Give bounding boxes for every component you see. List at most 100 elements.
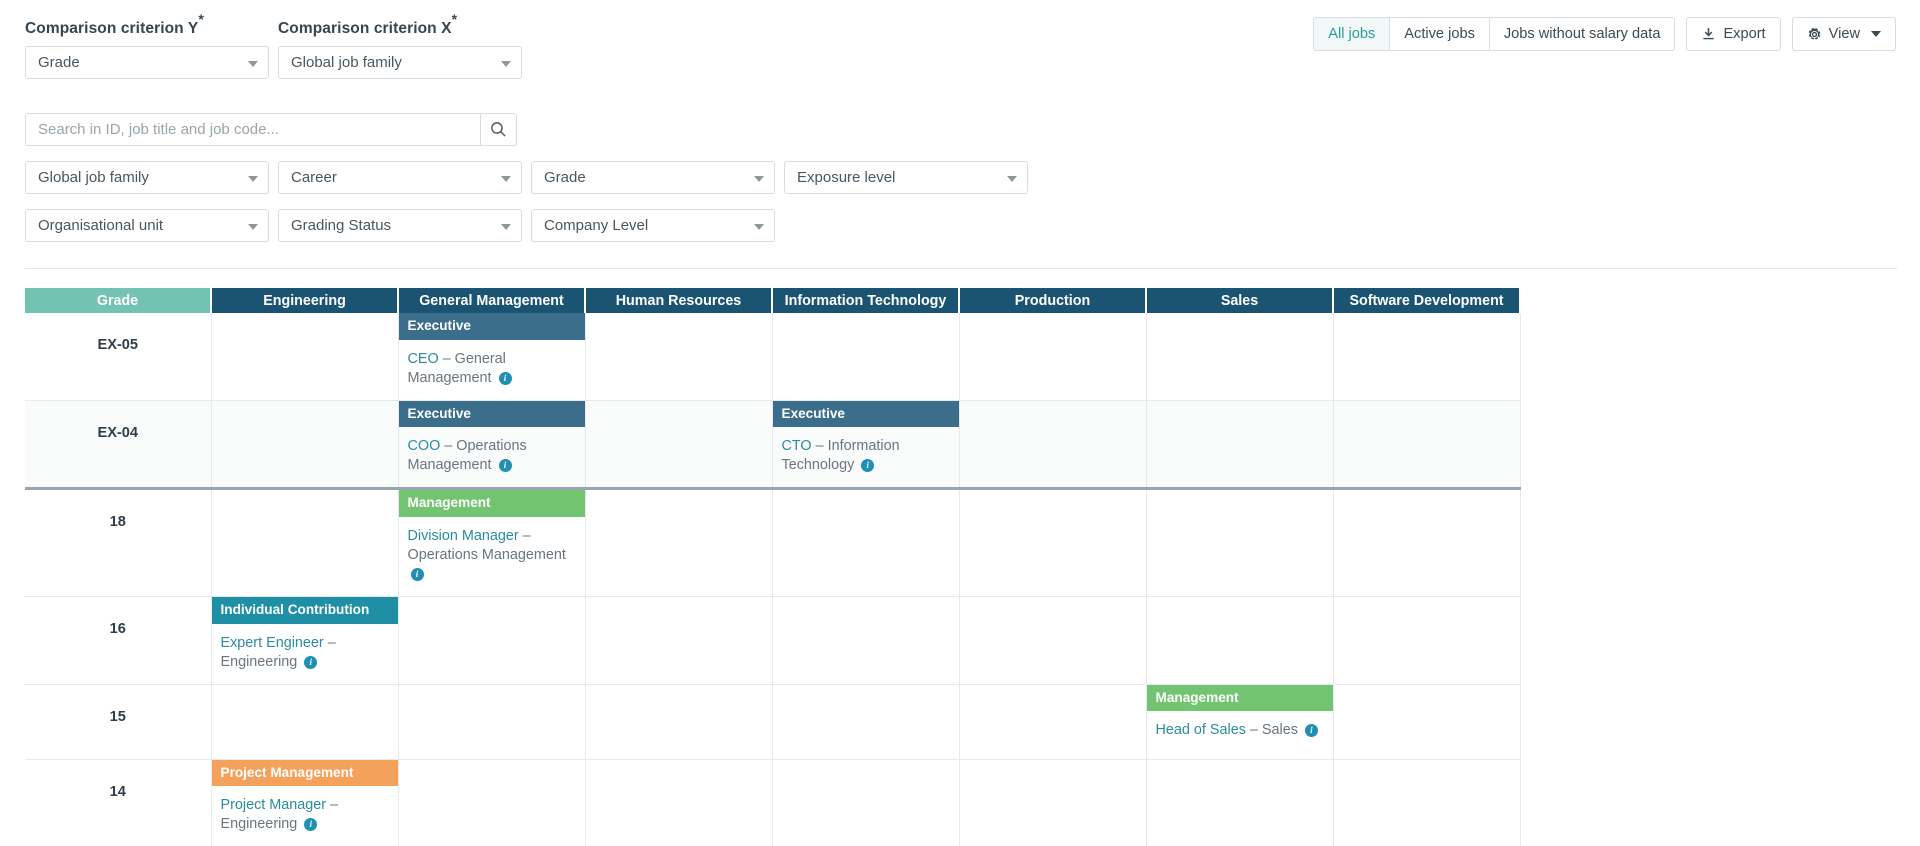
criterion-y-value: Grade [38,54,80,72]
empty-cell [1333,684,1521,760]
table-row: 16 Individual Contribution Expert Engineer… [25,596,1521,685]
job-link[interactable]: Division Manager – Operations Management… [399,517,585,596]
criterion-y-required-mark: * [198,11,204,27]
info-icon[interactable]: i [498,459,512,473]
job-link[interactable]: Project Manager – Engineering i [212,786,398,846]
column-header-information-technology[interactable]: Information Technology [772,288,960,313]
filter-exposure-level[interactable]: Exposure level [784,161,1028,194]
search-button[interactable] [480,113,517,146]
job-cell-content: Project Management Project Manager – Engi… [211,759,398,846]
empty-cell [959,596,1147,685]
job-cell: Executive CTO – Information Technology i [772,400,960,491]
info-icon[interactable]: i [304,655,318,669]
empty-cell [959,488,1147,597]
matrix-header: Grade Engineering General Management Hum… [25,288,1521,313]
filter-row-2: Organisational unit Grading Status Compa… [25,209,1028,242]
info-icon[interactable]: i [1304,724,1318,738]
empty-cell [959,759,1147,846]
filter-global-job-family-value: Global job family [38,169,149,186]
job-link[interactable]: Expert Engineer – Engineering i [212,624,398,684]
career-level-badge: Executive [398,400,585,428]
grade-cell: EX-04 [25,400,212,491]
chevron-down-icon [248,223,258,230]
chevron-down-icon [501,60,511,67]
filter-grade[interactable]: Grade [531,161,775,194]
filter-company-level[interactable]: Company Level [531,209,775,242]
empty-cell [772,313,960,401]
filter-grading-status[interactable]: Grading Status [278,209,522,242]
comparison-criterion-y-select[interactable]: Grade [25,46,269,80]
tab-active-jobs[interactable]: Active jobs [1389,17,1490,51]
filter-global-job-family[interactable]: Global job family [25,161,269,194]
grade-cell: 14 [25,759,212,846]
info-icon[interactable]: i [410,567,424,581]
filter-exposure-level-value: Exposure level [797,169,896,186]
column-header-software-development[interactable]: Software Development [1333,288,1521,313]
career-level-badge: Individual Contribution [211,596,398,624]
criterion-x-label-text: Comparison criterion X [278,20,452,38]
comparison-criterion-x-select[interactable]: Global job family [278,46,522,80]
career-level-badge: Management [398,490,585,517]
filter-grade-value: Grade [544,169,586,186]
empty-cell [1333,759,1521,846]
job-link[interactable]: CEO – General Management i [399,340,585,400]
empty-cell [772,684,960,760]
column-header-production[interactable]: Production [959,288,1147,313]
column-header-engineering[interactable]: Engineering [211,288,399,313]
view-button-label: View [1828,26,1860,42]
empty-cell [211,400,399,491]
column-header-general-management[interactable]: General Management [398,288,586,313]
empty-cell [1333,400,1521,491]
empty-cell [1333,313,1521,401]
column-header-grade[interactable]: Grade [25,288,212,313]
job-link[interactable]: Head of Sales – Sales i [1147,711,1333,752]
empty-cell [1146,759,1334,846]
export-button[interactable]: Export [1686,17,1781,51]
tab-jobs-without-salary-data[interactable]: Jobs without salary data [1488,17,1676,51]
job-scope-segmented-control: All jobs Active jobs Jobs without salary… [1313,17,1676,51]
table-row: EX-04 Executive COO – Operations Managemen… [25,400,1521,491]
empty-cell [585,684,773,760]
empty-cell [772,488,960,597]
empty-cell [772,759,960,846]
chevron-down-icon [248,60,258,67]
filter-company-level-value: Company Level [544,217,649,234]
job-cell: Project Management Project Manager – Engi… [211,759,399,846]
job-cell: Executive CEO – General Management i [398,313,586,401]
grade-cell: 18 [25,488,212,597]
column-header-sales[interactable]: Sales [1146,288,1334,313]
job-cell-content: Executive CTO – Information Technology i [772,400,959,488]
job-link[interactable]: COO – Operations Management i [399,427,585,487]
search-input[interactable] [25,113,480,146]
tab-all-jobs[interactable]: All jobs [1313,17,1391,51]
section-divider [25,268,1897,269]
job-link[interactable]: CTO – Information Technology i [773,427,959,487]
chevron-down-icon [1007,175,1017,182]
empty-cell [1146,488,1334,597]
info-icon[interactable]: i [498,371,512,385]
empty-cell [585,488,773,597]
info-icon[interactable]: i [304,818,318,832]
column-header-human-resources[interactable]: Human Resources [585,288,773,313]
job-cell-content: Individual Contribution Expert Engineer –… [211,596,398,684]
filter-career-value: Career [291,169,337,186]
job-cell: Management Division Manager – Operations … [398,488,586,597]
comparison-criterion-x-group: Comparison criterion X* Global job famil… [278,11,522,80]
export-button-label: Export [1723,26,1766,42]
chevron-down-icon [754,175,764,182]
table-row: 18 Management Division Manager – Operation… [25,488,1521,597]
table-row: EX-05 Executive CEO – General Management i [25,313,1521,401]
empty-cell [1146,596,1334,685]
info-icon[interactable]: i [861,459,875,473]
filter-row-1: Global job family Career Grade Exposure … [25,161,1028,194]
grade-cell: EX-05 [25,313,212,401]
filter-organisational-unit[interactable]: Organisational unit [25,209,269,242]
grade-cell: 16 [25,596,212,685]
empty-cell [959,684,1147,760]
chevron-down-icon [501,223,511,230]
filter-career[interactable]: Career [278,161,522,194]
job-title: Project Manager [220,797,327,814]
chevron-down-icon [1871,31,1881,37]
search-icon [490,121,507,138]
view-button[interactable]: View [1791,17,1896,51]
